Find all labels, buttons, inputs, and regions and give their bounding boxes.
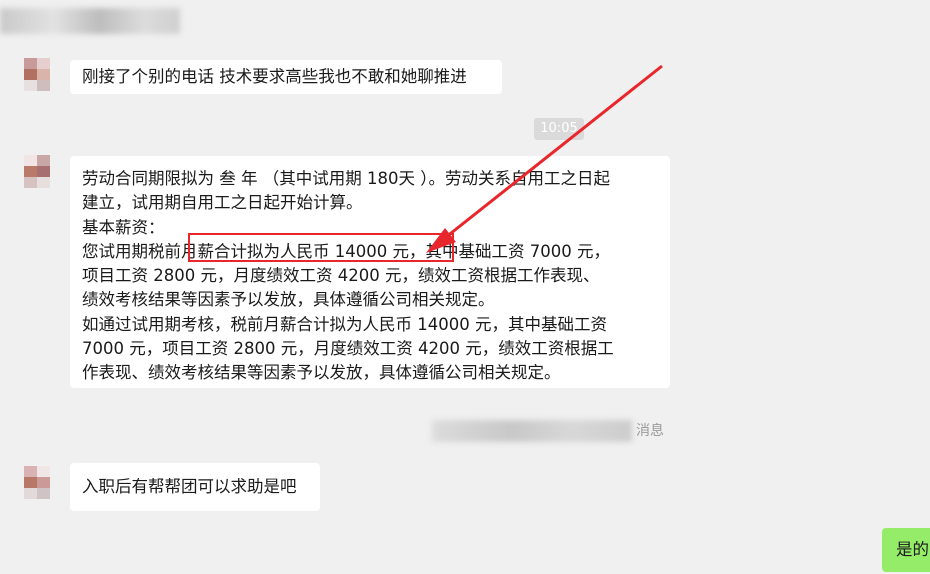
- blurred-system-notice: [432, 420, 632, 442]
- avatar[interactable]: [24, 466, 50, 500]
- my-message-bubble[interactable]: 是的: [882, 528, 930, 572]
- system-notice: 消息: [636, 423, 664, 439]
- message-bubble[interactable]: 入职后有帮帮团可以求助是吧: [70, 463, 320, 511]
- message-text: 是的: [896, 540, 929, 559]
- message-text: 入职后有帮帮团可以求助是吧: [82, 477, 297, 496]
